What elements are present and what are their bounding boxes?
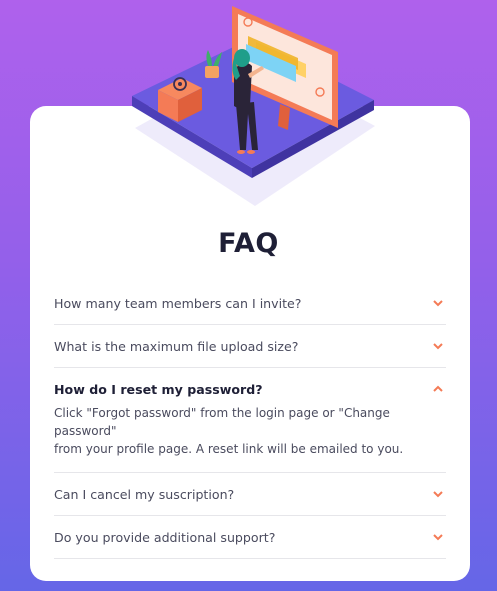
chevron-down-icon[interactable]: [432, 341, 444, 351]
chevron-down-icon[interactable]: [432, 532, 444, 542]
faq-item-expanded: How do I reset my password? Click "Forgo…: [54, 368, 446, 473]
chevron-down-icon[interactable]: [432, 298, 444, 308]
faq-answer-line: from your profile page. A reset link wil…: [54, 442, 404, 456]
faq-question: Do you provide additional support?: [54, 529, 276, 545]
faq-answer-line: Click "Forgot password" from the login p…: [54, 406, 390, 438]
faq-question: How do I reset my password?: [54, 381, 263, 397]
faq-question: What is the maximum file upload size?: [54, 338, 299, 354]
chevron-down-icon[interactable]: [432, 489, 444, 499]
chevron-up-icon[interactable]: [432, 384, 444, 394]
faq-question: Can I cancel my suscription?: [54, 486, 235, 502]
faq-item: Do you provide additional support?: [54, 516, 446, 559]
faq-item: What is the maximum file upload size?: [54, 325, 446, 368]
faq-question-toggle[interactable]: What is the maximum file upload size?: [54, 325, 446, 367]
faq-question: How many team members can I invite?: [54, 295, 302, 311]
faq-answer: Click "Forgot password" from the login p…: [54, 404, 450, 472]
faq-illustration: [132, 6, 375, 206]
faq-list: How many team members can I invite? What…: [54, 282, 446, 559]
faq-item: How many team members can I invite?: [54, 282, 446, 325]
faq-question-toggle[interactable]: Do you provide additional support?: [54, 516, 446, 558]
page-title: FAQ: [218, 228, 279, 259]
faq-question-toggle[interactable]: Can I cancel my suscription?: [54, 473, 446, 515]
faq-question-toggle[interactable]: How many team members can I invite?: [54, 282, 446, 324]
faq-item: Can I cancel my suscription?: [54, 473, 446, 516]
